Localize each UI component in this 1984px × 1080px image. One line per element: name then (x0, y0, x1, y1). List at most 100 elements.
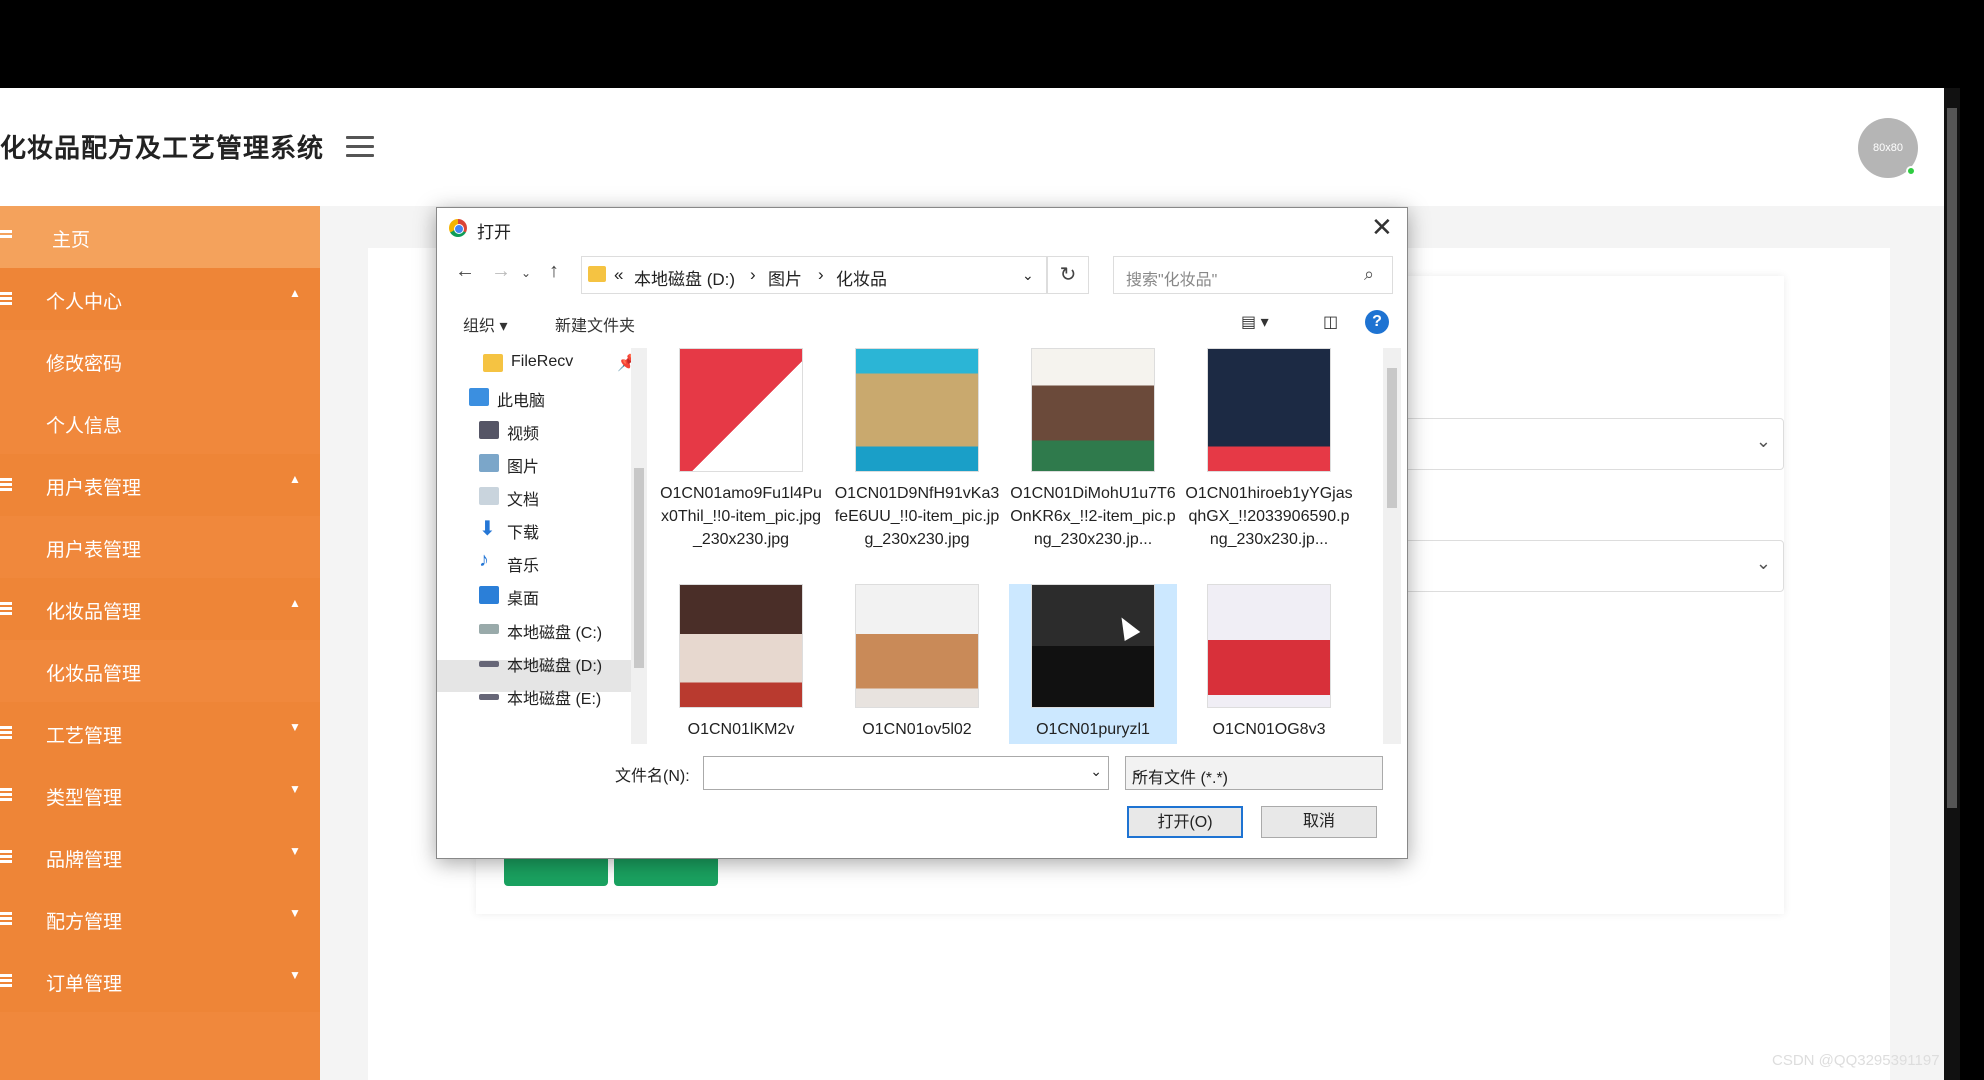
image-thumbnail (679, 584, 803, 708)
list-icon (0, 912, 12, 925)
dialog-nav-bar: ← → ⌄ ↑ « 本地磁盘 (D:) › 图片 › 化妆品 ⌄ ↻ 搜索"化妆… (437, 248, 1407, 298)
file-item[interactable]: O1CN01amo9Fu1l4Pux0Thil_!!0-item_pic.jpg… (657, 348, 825, 588)
scroll-thumb (634, 468, 644, 668)
chrome-icon (449, 219, 467, 237)
sidebar-group-type[interactable]: 类型管理 ▼ (0, 764, 320, 826)
sidebar-item-label: 个人信息 (46, 416, 123, 437)
file-item[interactable]: O1CN01lKM2v (657, 584, 825, 744)
list-icon (0, 602, 12, 615)
recent-chevron-icon[interactable]: ⌄ (521, 266, 531, 280)
tree-item-label: 此电脑 (497, 393, 546, 410)
sidebar-group-personal-center[interactable]: 个人中心 ▲ (0, 268, 320, 330)
image-thumbnail (1207, 348, 1331, 472)
tree-scrollbar[interactable] (631, 348, 647, 744)
file-item[interactable]: O1CN01hiroeb1yYGjasqhGX_!!2033906590.png… (1185, 348, 1353, 588)
file-name: O1CN01D9NfH91vKa3feE6UU_!!0-item_pic.jpg… (834, 485, 1000, 548)
filename-input[interactable]: ⌄ (703, 756, 1109, 790)
close-icon[interactable]: ✕ (1371, 212, 1393, 243)
breadcrumb-separator: › (818, 265, 824, 284)
preview-pane-icon[interactable]: ◫ (1323, 312, 1338, 332)
drive-icon (479, 694, 499, 700)
file-name: O1CN01puryzl1 (1036, 721, 1150, 738)
chevron-down-icon: ⌄ (1132, 763, 1144, 779)
chevron-down-icon: ▼ (289, 782, 301, 796)
top-header: 化妆品配方及工艺管理系统 80x80 (0, 88, 1944, 206)
up-arrow-icon[interactable]: ↑ (549, 260, 559, 283)
back-arrow-icon[interactable]: ← (455, 260, 475, 283)
sidebar-item-change-password[interactable]: 修改密码 (0, 330, 320, 392)
file-item[interactable]: O1CN01OG8v3 (1185, 584, 1353, 744)
tree-item-label: FileRecv (511, 353, 574, 370)
dialog-title: 打开 (477, 223, 511, 242)
file-item[interactable]: O1CN01DiMohU1u7T6OnKR6x_!!2-item_pic.png… (1009, 348, 1177, 588)
forward-arrow-icon[interactable]: → (491, 260, 511, 283)
sidebar-group-orders[interactable]: 订单管理 ▼ (0, 950, 320, 1012)
file-name: O1CN01lKM2v (687, 721, 795, 738)
search-placeholder: 搜索"化妆品" (1126, 272, 1218, 289)
image-thumbnail (1207, 584, 1331, 708)
chevron-down-icon[interactable]: ⌄ (1022, 267, 1034, 284)
breadcrumb-drive[interactable]: 本地磁盘 (D:) (634, 265, 735, 290)
sidebar-item-label: 个人中心 (46, 292, 123, 313)
sidebar-item-label: 类型管理 (46, 788, 123, 809)
chevron-up-icon: ▲ (289, 286, 301, 300)
file-grid: O1CN01amo9Fu1l4Pux0Thil_!!0-item_pic.jpg… (657, 348, 1401, 744)
sidebar-item-home[interactable]: 主页 (0, 206, 320, 268)
form-select[interactable]: ⌄ (1384, 540, 1784, 592)
file-item[interactable]: O1CN01puryzl1 (1009, 584, 1177, 744)
file-item[interactable]: O1CN01D9NfH91vKa3feE6UU_!!0-item_pic.jpg… (833, 348, 1001, 588)
list-icon (0, 292, 12, 305)
help-icon[interactable]: ? (1365, 310, 1389, 334)
refresh-icon[interactable]: ↻ (1047, 256, 1089, 294)
file-type-filter[interactable]: 所有文件 (*.*) ⌄ (1125, 756, 1383, 790)
menu-toggle-icon[interactable] (346, 136, 374, 158)
sidebar-item-personal-info[interactable]: 个人信息 (0, 392, 320, 454)
file-name: O1CN01ov5l02 (862, 721, 972, 738)
file-item[interactable]: O1CN01ov5l02 (833, 584, 1001, 744)
chevron-down-icon: ▼ (289, 844, 301, 858)
chevron-up-icon: ▲ (289, 472, 301, 486)
address-bar[interactable]: « 本地磁盘 (D:) › 图片 › 化妆品 ⌄ (581, 256, 1047, 294)
form-select[interactable]: ⌄ (1384, 418, 1784, 470)
list-icon (0, 974, 12, 987)
breadcrumb-cosmetics[interactable]: 化妆品 (836, 265, 887, 290)
sidebar-group-process[interactable]: 工艺管理 ▼ (0, 702, 320, 764)
files-scrollbar[interactable] (1383, 348, 1401, 744)
sidebar-group-user-table[interactable]: 用户表管理 ▲ (0, 454, 320, 516)
sidebar-group-cosmetics[interactable]: 化妆品管理 ▲ (0, 578, 320, 640)
breadcrumb-overflow[interactable]: « (614, 265, 623, 285)
sidebar-item-label: 品牌管理 (46, 850, 123, 871)
chevron-up-icon: ▲ (289, 596, 301, 610)
sidebar-group-formula[interactable]: 配方管理 ▼ (0, 888, 320, 950)
sidebar-item-label: 主页 (52, 230, 91, 251)
image-thumbnail (855, 584, 979, 708)
chevron-down-icon[interactable]: ⌄ (1090, 763, 1102, 780)
tree-item-label: 桌面 (507, 591, 540, 608)
new-folder-button[interactable]: 新建文件夹 (555, 312, 635, 336)
tree-item-label: 图片 (507, 459, 540, 476)
tree-item-label: 本地磁盘 (D:) (507, 658, 603, 675)
folder-icon (588, 266, 606, 282)
cancel-button[interactable]: 取消 (1261, 806, 1377, 838)
sidebar-group-brand[interactable]: 品牌管理 ▼ (0, 826, 320, 888)
image-thumbnail (1031, 348, 1155, 472)
page-scrollbar[interactable] (1944, 88, 1960, 1080)
search-icon: ⌕ (1364, 264, 1375, 284)
file-name: O1CN01hiroeb1yYGjasqhGX_!!2033906590.png… (1185, 485, 1353, 548)
list-icon (0, 788, 12, 801)
organize-menu[interactable]: 组织 ▾ (463, 312, 507, 336)
document-icon (479, 487, 499, 505)
open-button[interactable]: 打开(O) (1127, 806, 1243, 838)
sidebar-item-label: 订单管理 (46, 974, 123, 995)
sidebar-item-cosmetics[interactable]: 化妆品管理 (0, 640, 320, 702)
search-input[interactable]: 搜索"化妆品" ⌕ (1113, 256, 1393, 294)
scroll-thumb (1387, 368, 1397, 508)
tree-item-label: 文档 (507, 492, 540, 509)
sidebar-item-label: 化妆品管理 (46, 602, 142, 623)
sidebar-item-user-table[interactable]: 用户表管理 (0, 516, 320, 578)
drive-icon (479, 624, 499, 634)
tree-item-label: 本地磁盘 (C:) (507, 625, 603, 642)
view-options-icon[interactable]: ▤ ▾ (1241, 312, 1269, 332)
breadcrumb-pictures[interactable]: 图片 (768, 265, 802, 290)
drive-icon (479, 661, 499, 667)
